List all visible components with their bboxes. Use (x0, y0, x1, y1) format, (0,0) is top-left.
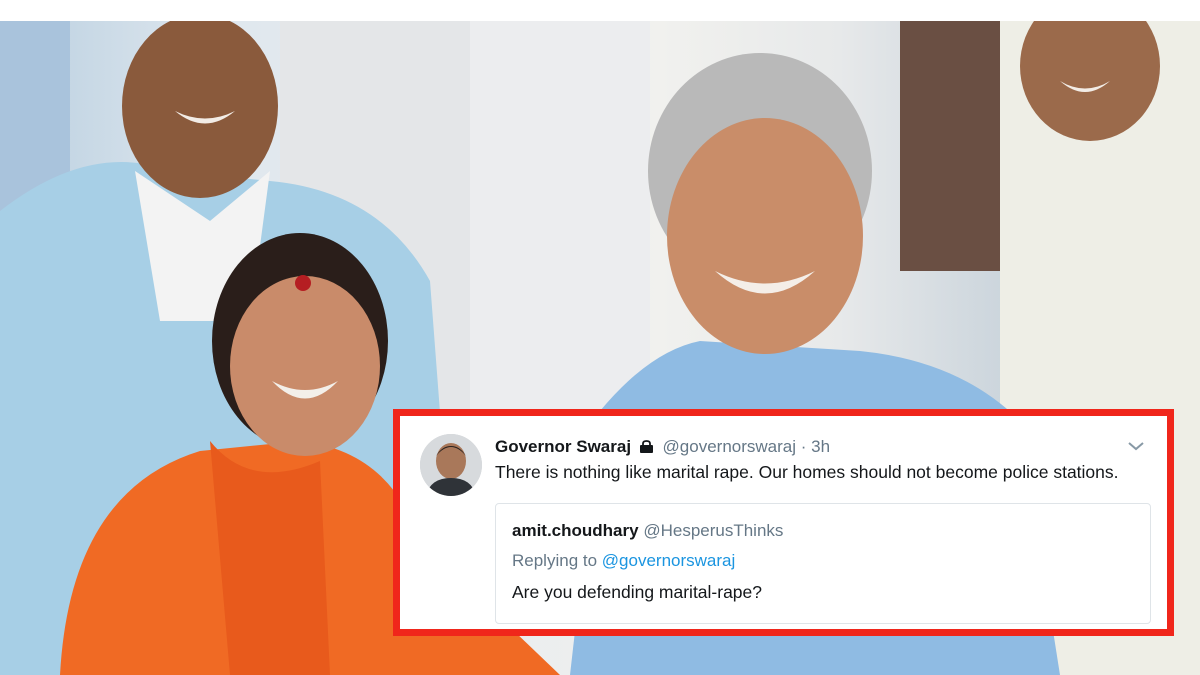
tweet-time[interactable]: 3h (811, 437, 830, 456)
highlighted-tweet-frame: Governor Swaraj @governorswaraj · 3h The… (393, 409, 1174, 636)
quoted-tweet[interactable]: amit.choudhary @HesperusThinks Replying … (495, 503, 1151, 624)
chevron-down-icon[interactable] (1127, 440, 1145, 452)
lock-icon (639, 440, 653, 453)
quoted-author-name[interactable]: amit.choudhary (512, 521, 639, 540)
quoted-text: Are you defending marital-rape? (512, 582, 763, 602)
replying-to: Replying to @governorswaraj (512, 551, 735, 571)
replying-prefix: Replying to (512, 551, 598, 570)
avatar[interactable] (420, 434, 482, 496)
tweet-card[interactable]: Governor Swaraj @governorswaraj · 3h The… (400, 416, 1167, 629)
quoted-author-handle[interactable]: @HesperusThinks (643, 521, 783, 540)
avatar-image (420, 434, 482, 496)
quoted-header: amit.choudhary @HesperusThinks (512, 521, 783, 541)
author-handle[interactable]: @governorswaraj (663, 437, 796, 456)
replying-handle-link[interactable]: @governorswaraj (602, 551, 735, 570)
separator-dot: · (800, 437, 807, 456)
author-name[interactable]: Governor Swaraj (495, 437, 631, 456)
tweet-text: There is nothing like marital rape. Our … (495, 462, 1119, 482)
tweet-header: Governor Swaraj @governorswaraj · 3h (495, 437, 830, 457)
